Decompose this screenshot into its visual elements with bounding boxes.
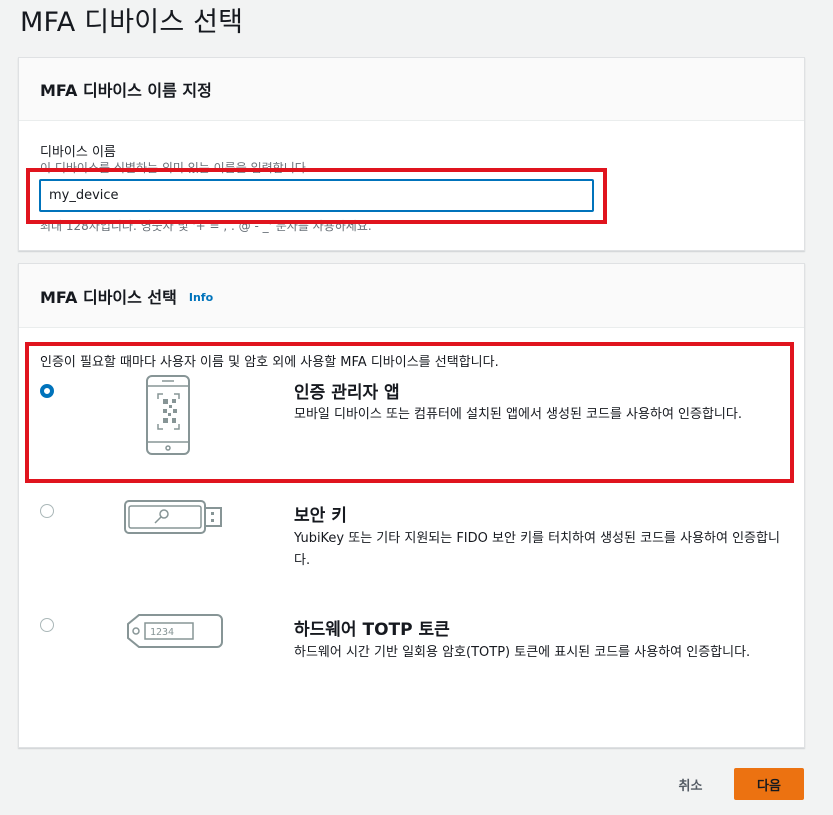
device-select-description: 인증이 필요할 때마다 사용자 이름 및 암호 외에 사용할 MFA 디바이스를… [40, 355, 499, 370]
option-title: 보안 키 [294, 506, 347, 526]
device-name-label: 디바이스 이름 [40, 145, 116, 160]
option-description: 모바일 디바이스 또는 컴퓨터에 설치된 앱에서 생성된 코드를 사용하여 인증… [294, 407, 742, 422]
option-authenticator-app[interactable]: 인증 관리자 앱 모바일 디바이스 또는 컴퓨터에 설치된 앱에서 생성된 코드… [19, 374, 804, 474]
device-select-panel-header: MFA 디바이스 선택 Info [19, 264, 804, 328]
cancel-button[interactable]: 취소 [663, 768, 718, 800]
radio-authenticator-app[interactable] [40, 384, 54, 398]
option-title: 하드웨어 TOTP 토큰 [294, 620, 450, 640]
page-title: MFA 디바이스 선택 [20, 7, 244, 38]
phone-qr-icon [146, 375, 190, 455]
device-name-panel-title: MFA 디바이스 이름 지정 [40, 81, 212, 100]
option-hardware-totp[interactable]: 1234 하드웨어 TOTP 토큰 하드웨어 시간 기반 일회용 암호(TOTP… [19, 613, 804, 703]
device-name-panel: MFA 디바이스 이름 지정 디바이스 이름 이 디바이스를 식별하는 의미 있… [18, 57, 805, 251]
option-title: 인증 관리자 앱 [294, 383, 400, 403]
next-button[interactable]: 다음 [734, 768, 804, 800]
radio-hardware-totp[interactable] [40, 618, 54, 632]
option-description: 하드웨어 시간 기반 일회용 암호(TOTP) 토큰에 표시된 코드를 사용하여… [294, 645, 751, 660]
option-security-key[interactable]: 보안 키 YubiKey 또는 기타 지원되는 FIDO 보안 키를 터치하여 … [19, 499, 804, 589]
device-name-constraint: 최대 128자입니다. 영숫자 및 '+ = , . @ - _' 문자를 사용… [40, 219, 372, 233]
device-select-panel-title: MFA 디바이스 선택 [40, 287, 177, 307]
device-name-panel-header: MFA 디바이스 이름 지정 [19, 58, 804, 121]
radio-security-key[interactable] [40, 504, 54, 518]
device-name-input[interactable] [39, 179, 594, 212]
info-link[interactable]: Info [189, 291, 213, 304]
option-description: YubiKey 또는 기타 지원되는 FIDO 보안 키를 터치하여 생성된 코… [294, 531, 780, 568]
token-display: 1234 [150, 627, 174, 638]
device-select-panel: MFA 디바이스 선택 Info 인증이 필요할 때마다 사용자 이름 및 암호… [18, 263, 805, 748]
totp-token-icon: 1234 [127, 614, 223, 648]
device-name-description: 이 디바이스를 식별하는 의미 있는 이름을 입력합니다. [40, 161, 310, 175]
security-key-icon [124, 500, 222, 534]
